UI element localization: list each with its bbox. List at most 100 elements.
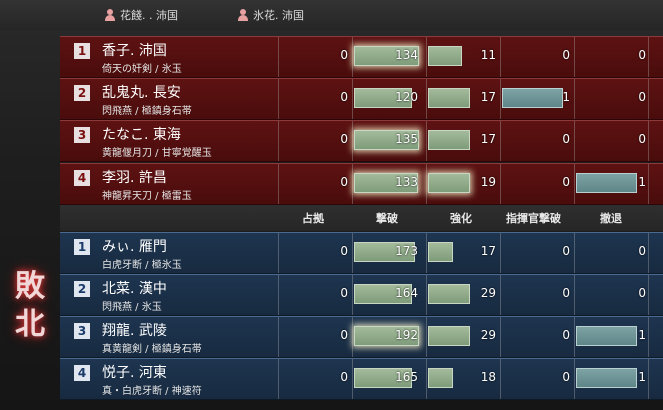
stat-defeat-cell: 120 <box>354 88 420 108</box>
column-divider <box>426 121 427 161</box>
stat-enhance-value: 17 <box>480 132 496 146</box>
stat-commander-defeat-cell: 0 <box>502 46 572 66</box>
stat-enhance-bar <box>428 46 462 66</box>
column-divider <box>426 37 427 77</box>
top-player-name: 花餞. . 沛国 <box>120 9 178 22</box>
stat-defeat-value: 134 <box>395 48 418 62</box>
stat-enhance-value: 18 <box>480 370 496 384</box>
red-player-row[interactable]: 4 李羽. 許昌 神龍昇天刀 / 極雷玉 0 133 19 0 1 <box>60 163 663 205</box>
stat-enhance-bar <box>428 173 470 193</box>
column-divider <box>352 359 353 399</box>
stat-defeat-cell: 135 <box>354 130 420 150</box>
stat-commander-defeat-value: 0 <box>562 132 570 146</box>
column-divider <box>426 359 427 399</box>
top-player-name: 氷花. 沛国 <box>253 9 304 22</box>
rank-badge: 3 <box>74 127 90 143</box>
column-divider <box>278 233 279 273</box>
column-divider <box>426 79 427 119</box>
stat-retreat-bar <box>576 326 637 346</box>
stat-retreat-value: 0 <box>638 286 646 300</box>
stat-defeat-value: 165 <box>395 370 418 384</box>
player-name: 香子. 沛国 <box>102 43 167 59</box>
stat-enhance-bar <box>428 88 470 108</box>
stat-enhance-cell: 29 <box>428 284 498 304</box>
stat-enhance-cell: 18 <box>428 368 498 388</box>
red-player-row[interactable]: 2 乱鬼丸. 長安 閃飛燕 / 極鎮身石帯 0 120 17 1 0 <box>60 78 663 120</box>
stat-commander-defeat-value: 0 <box>562 286 570 300</box>
stat-retreat-value: 1 <box>638 175 646 189</box>
stat-enhance-value: 17 <box>480 90 496 104</box>
stat-commander-defeat-value: 0 <box>562 328 570 342</box>
column-divider <box>352 317 353 357</box>
column-divider <box>500 121 501 161</box>
column-divider <box>278 164 279 204</box>
red-player-row[interactable]: 1 香子. 沛国 倚天の奸剣 / 氷玉 0 134 11 0 0 <box>60 36 663 78</box>
column-divider <box>500 359 501 399</box>
top-player-2: 氷花. 沛国 <box>237 7 304 23</box>
header-commander-defeat: 指揮官撃破 <box>506 212 561 225</box>
stat-retreat-cell: 0 <box>576 46 648 66</box>
stat-occupy-cell: 0 <box>280 326 350 346</box>
stat-commander-defeat-cell: 0 <box>502 368 572 388</box>
stat-occupy-value: 0 <box>340 244 348 258</box>
stat-enhance-bar <box>428 242 453 262</box>
stat-retreat-value: 1 <box>638 328 646 342</box>
column-divider <box>426 317 427 357</box>
stat-retreat-value: 0 <box>638 48 646 62</box>
stat-commander-defeat-value: 0 <box>562 48 570 62</box>
header-retreat: 撤退 <box>600 212 622 225</box>
stat-enhance-bar <box>428 326 470 346</box>
column-divider <box>574 79 575 119</box>
stat-occupy-value: 0 <box>340 48 348 62</box>
column-divider <box>648 233 649 273</box>
column-divider <box>574 317 575 357</box>
column-divider <box>648 164 649 204</box>
stat-occupy-cell: 0 <box>280 88 350 108</box>
column-divider <box>500 317 501 357</box>
column-divider <box>352 275 353 315</box>
stat-occupy-value: 0 <box>340 286 348 300</box>
red-player-row[interactable]: 3 たなこ. 東海 黄龍偃月刀 / 甘寧覚醒玉 0 135 17 0 0 <box>60 120 663 162</box>
stat-enhance-value: 17 <box>480 244 496 258</box>
column-divider <box>574 37 575 77</box>
stat-commander-defeat-cell: 0 <box>502 130 572 150</box>
blue-player-row[interactable]: 2 北菜. 漢中 閃飛燕 / 氷玉 0 164 29 0 0 <box>60 274 663 316</box>
stat-commander-defeat-value: 0 <box>562 175 570 189</box>
player-equipment: 神龍昇天刀 / 極雷玉 <box>102 191 192 202</box>
player-name: 翔龍. 武陵 <box>102 323 167 339</box>
stat-defeat-cell: 173 <box>354 242 420 262</box>
column-divider <box>352 164 353 204</box>
person-icon <box>104 9 116 21</box>
stat-enhance-cell: 17 <box>428 242 498 262</box>
player-name: 北菜. 漢中 <box>102 281 167 297</box>
defeat-label: 敗北 <box>15 269 45 342</box>
column-divider <box>574 275 575 315</box>
column-divider <box>500 275 501 315</box>
stat-occupy-value: 0 <box>340 370 348 384</box>
blue-player-row[interactable]: 4 悦子. 河東 真・白虎牙断 / 神速符 0 165 18 0 1 <box>60 358 663 400</box>
player-equipment: 真・白虎牙断 / 神速符 <box>102 386 202 397</box>
column-divider <box>500 233 501 273</box>
stat-defeat-value: 135 <box>395 132 418 146</box>
stat-occupy-cell: 0 <box>280 173 350 193</box>
stat-occupy-cell: 0 <box>280 368 350 388</box>
stat-defeat-cell: 165 <box>354 368 420 388</box>
blue-player-row[interactable]: 1 みぃ. 雁門 白虎牙断 / 極氷玉 0 173 17 0 0 <box>60 232 663 274</box>
stat-commander-defeat-cell: 0 <box>502 242 572 262</box>
player-equipment: 真黄龍剣 / 極鎮身石帯 <box>102 344 202 355</box>
blue-player-row[interactable]: 3 翔龍. 武陵 真黄龍剣 / 極鎮身石帯 0 192 29 0 1 <box>60 316 663 358</box>
stat-occupy-value: 0 <box>340 132 348 146</box>
rank-badge: 4 <box>74 170 90 186</box>
stat-defeat-cell: 164 <box>354 284 420 304</box>
column-divider <box>648 275 649 315</box>
player-equipment: 倚天の奸剣 / 氷玉 <box>102 64 182 75</box>
player-equipment: 黄龍偃月刀 / 甘寧覚醒玉 <box>102 148 212 159</box>
rank-badge: 3 <box>74 323 90 339</box>
column-divider <box>500 79 501 119</box>
stat-commander-defeat-cell: 1 <box>502 88 572 108</box>
stat-occupy-value: 0 <box>340 328 348 342</box>
stat-occupy-value: 0 <box>340 175 348 189</box>
stat-commander-defeat-cell: 0 <box>502 173 572 193</box>
stat-retreat-cell: 0 <box>576 284 648 304</box>
stat-defeat-value: 192 <box>395 328 418 342</box>
